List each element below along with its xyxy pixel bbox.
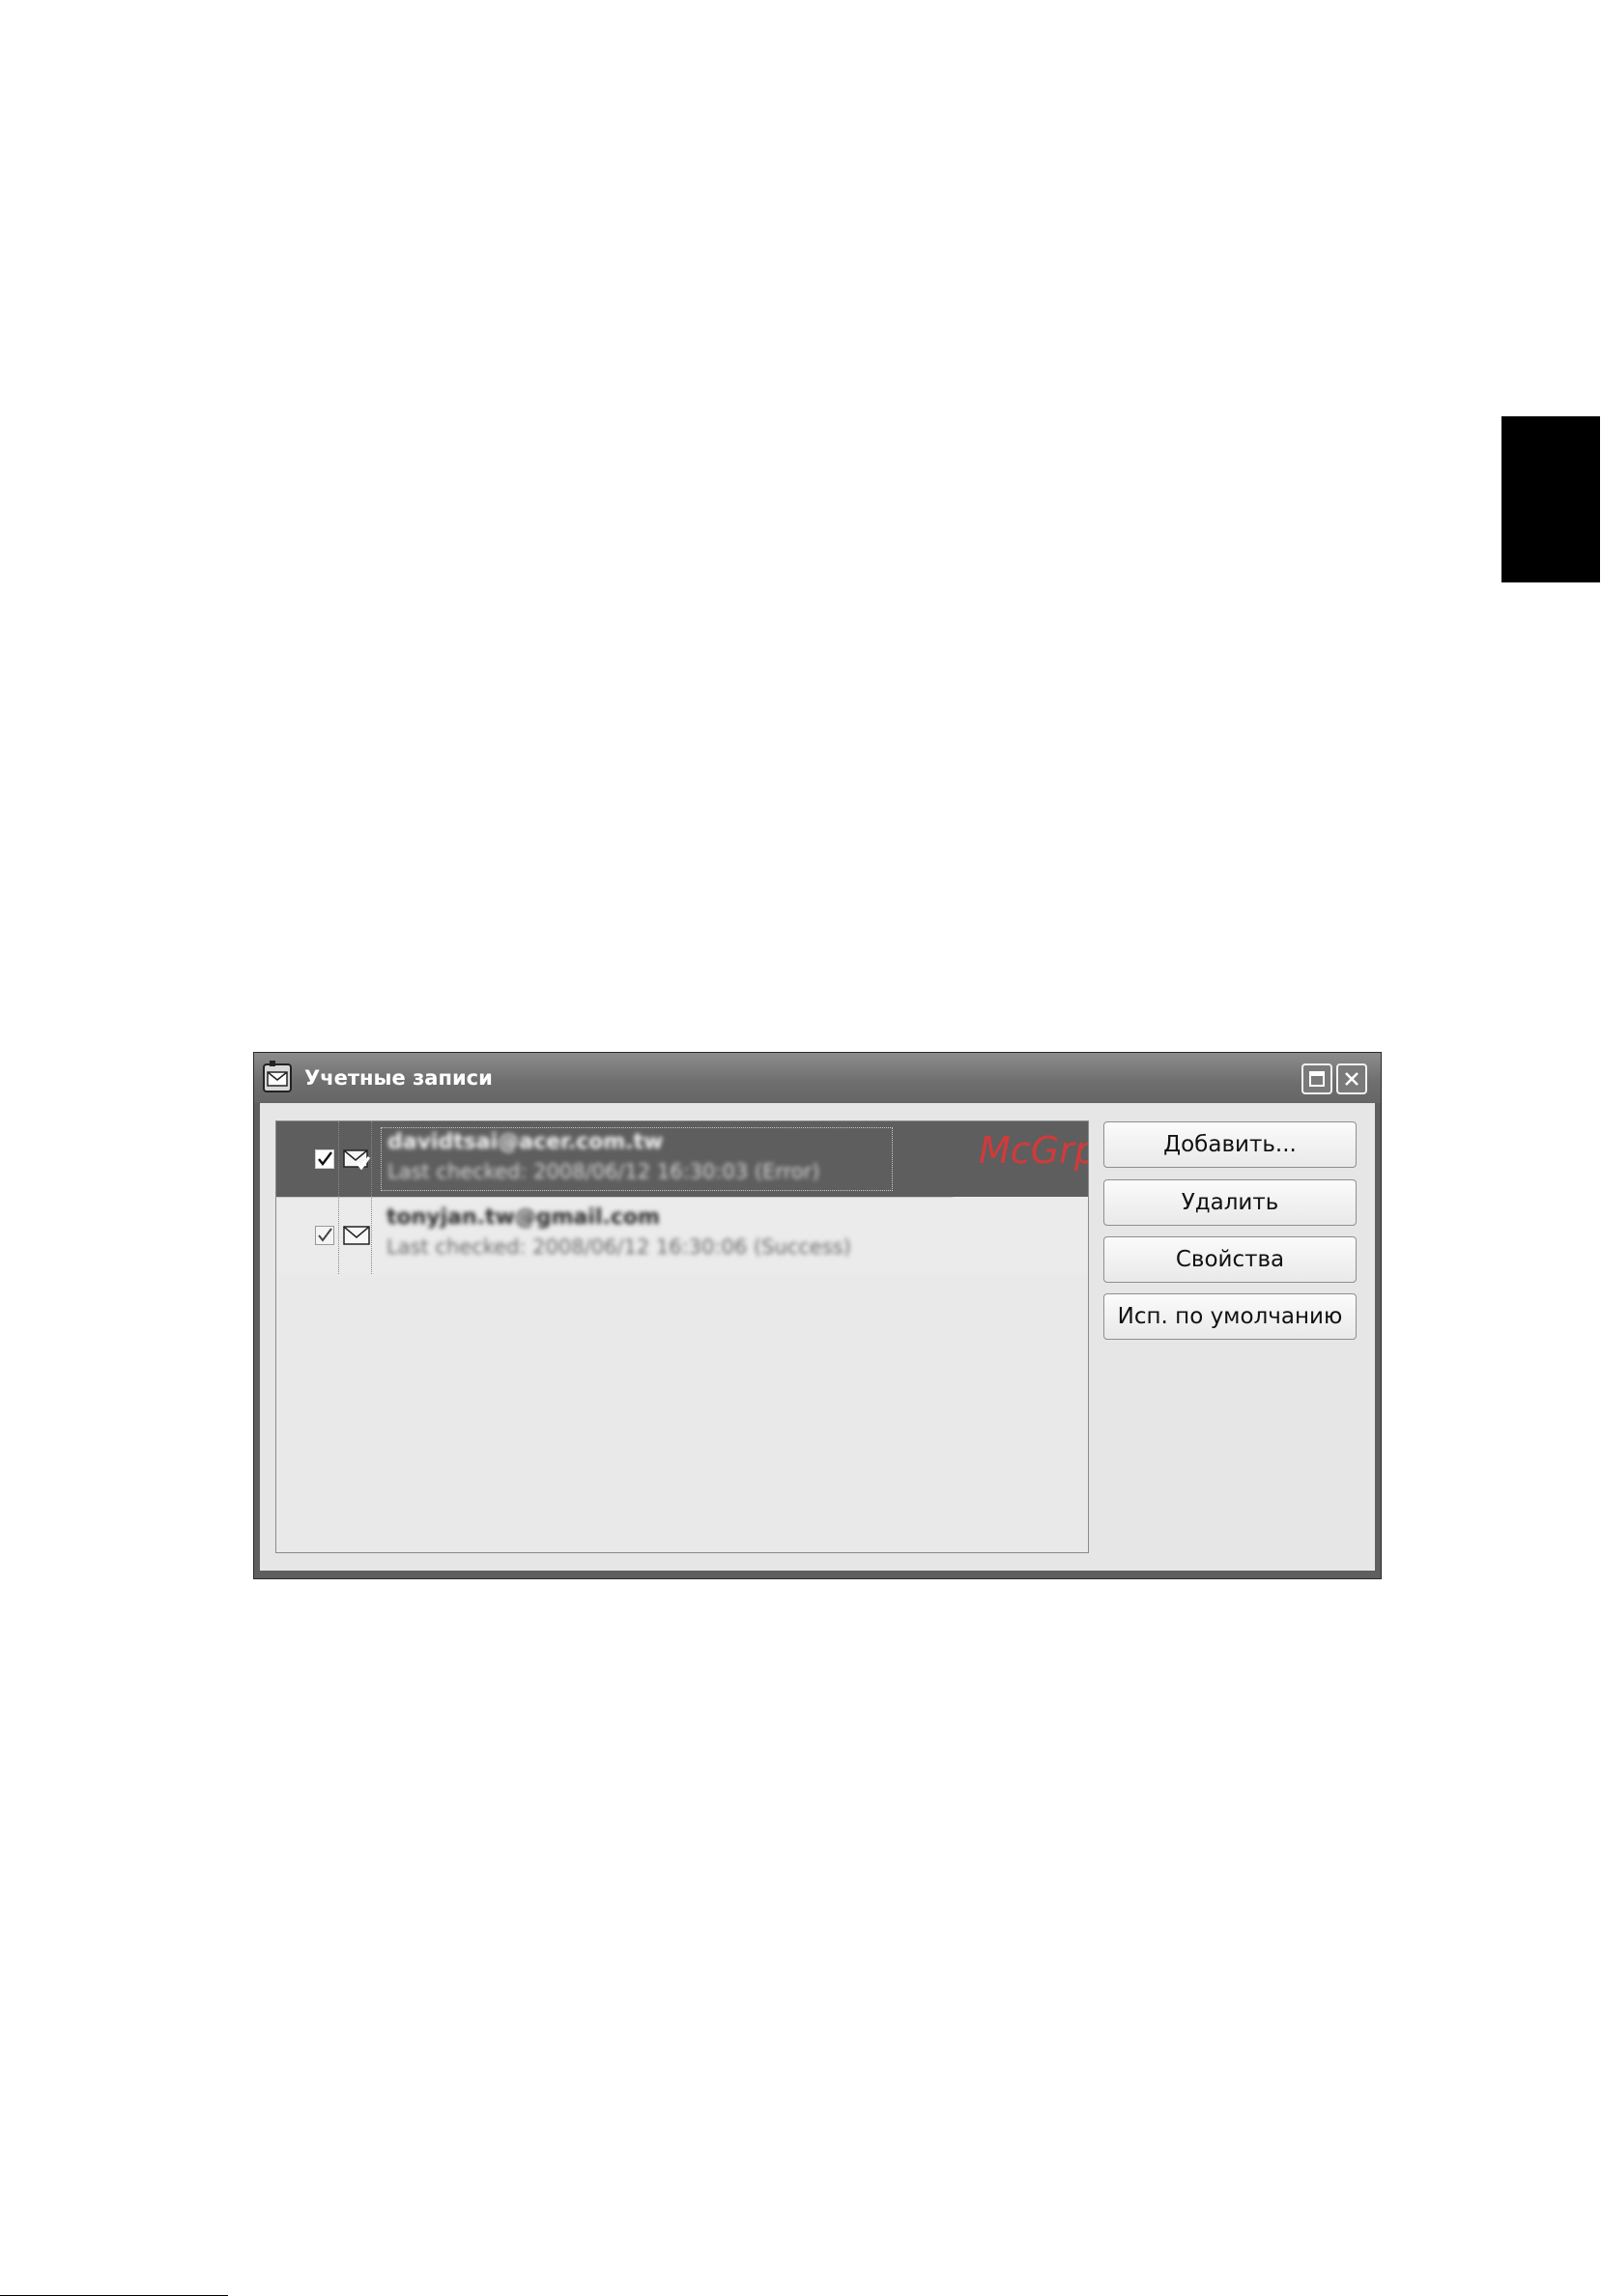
close-icon	[1345, 1072, 1358, 1086]
account-text: tonyjan.tw@gmail.com Last checked: 2008/…	[381, 1204, 902, 1267]
window-titlebar[interactable]: Учетные записи	[254, 1053, 1381, 1103]
account-email: davidtsai@acer.com.tw	[387, 1130, 664, 1154]
account-enabled-checkbox[interactable]	[315, 1226, 334, 1245]
account-row[interactable]: davidtsai@acer.com.tw Last checked: 2008…	[276, 1121, 1088, 1199]
account-status: Last checked: 2008/06/12 16:30:06 (Succe…	[386, 1235, 851, 1259]
account-email: tonyjan.tw@gmail.com	[386, 1205, 660, 1230]
maximize-button[interactable]	[1301, 1063, 1332, 1094]
account-enabled-checkbox[interactable]	[315, 1149, 334, 1169]
account-list[interactable]: davidtsai@acer.com.tw Last checked: 2008…	[275, 1120, 1089, 1553]
maximize-icon	[1309, 1071, 1325, 1087]
window-title: Учетные записи	[304, 1066, 493, 1090]
mail-icon	[343, 1226, 370, 1245]
account-row[interactable]: tonyjan.tw@gmail.com Last checked: 2008/…	[276, 1198, 1088, 1273]
checkmark-icon	[318, 1228, 332, 1242]
checkmark-icon	[318, 1151, 332, 1166]
account-text: davidtsai@acer.com.tw Last checked: 2008…	[381, 1127, 893, 1191]
watermark: McGrp.Ru	[979, 1129, 1088, 1172]
accounts-window: Учетные записи davidtsai@acer.com.tw Las…	[253, 1052, 1382, 1579]
properties-button[interactable]: Свойства	[1103, 1236, 1357, 1283]
page-side-tab	[1501, 416, 1600, 582]
mail-checked-icon	[343, 1149, 370, 1170]
add-button[interactable]: Добавить...	[1103, 1121, 1357, 1168]
window-content: davidtsai@acer.com.tw Last checked: 2008…	[260, 1103, 1375, 1571]
account-status: Last checked: 2008/06/12 16:30:03 (Error…	[387, 1160, 820, 1183]
column-separator	[371, 1121, 372, 1274]
mail-app-icon	[263, 1061, 292, 1092]
set-default-button[interactable]: Исп. по умолчанию	[1103, 1293, 1357, 1340]
remove-button[interactable]: Удалить	[1103, 1179, 1357, 1226]
close-button[interactable]	[1336, 1063, 1367, 1094]
column-separator	[338, 1121, 339, 1274]
